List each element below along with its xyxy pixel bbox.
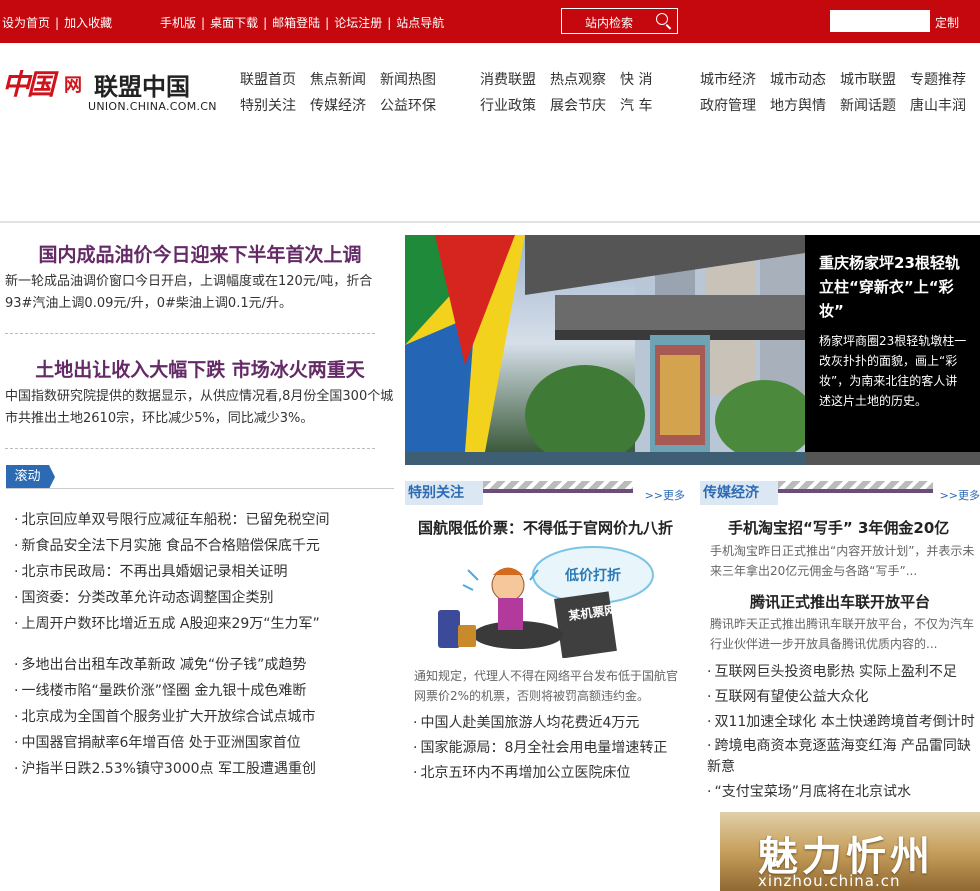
mobile-link[interactable]: 手机版 bbox=[160, 16, 196, 30]
nav-item[interactable]: 焦点新闻 bbox=[310, 69, 366, 89]
top-links-center: 手机版 | 桌面下载 | 邮箱登陆 | 论坛注册 | 站点导航 bbox=[160, 16, 445, 30]
list-item[interactable]: 跨境电商资本竞逐蓝海变红海 产品雷同缺新意 bbox=[707, 736, 977, 778]
site-search-label: 站内检索 bbox=[585, 16, 634, 30]
media-summary-2: 腾讯昨天正式推出腾讯车联开放平台，不仅为汽车行业伙伴进一步开放具备腾讯优质内容的… bbox=[710, 617, 975, 651]
nav-item[interactable]: 展会节庆 bbox=[550, 95, 606, 115]
nav-item[interactable]: 消费联盟 bbox=[480, 69, 536, 89]
header: 中国 网 联盟中国 UNION.CHINA.COM.CN 联盟首页 焦点新闻 新… bbox=[0, 43, 980, 223]
special-more-link[interactable]: >>更多 bbox=[645, 487, 685, 503]
section-stripe bbox=[778, 489, 933, 493]
section-stripe bbox=[778, 481, 933, 489]
roll-divider bbox=[6, 488, 394, 489]
search-icon bbox=[656, 13, 668, 25]
roll-tab[interactable]: 滚动 bbox=[6, 465, 55, 489]
banner-url: xinzhou.china.cn bbox=[758, 872, 901, 890]
list-item[interactable]: 北京市民政局：不再出具婚姻记录相关证明 bbox=[14, 561, 287, 581]
lead-headline-2[interactable]: 土地出让收入大幅下跌 市场冰火两重天 bbox=[0, 355, 400, 382]
lead-headline-1[interactable]: 国内成品油价今日迎来下半年首次上调 bbox=[0, 240, 400, 267]
media-section-title[interactable]: 传媒经济 bbox=[700, 481, 778, 505]
divider bbox=[5, 333, 375, 334]
nav-item[interactable]: 汽 车 bbox=[620, 95, 652, 115]
nav-item[interactable]: 特别关注 bbox=[240, 95, 296, 115]
list-item[interactable]: 互联网有望使公益大众化 bbox=[707, 686, 868, 706]
forum-register-link[interactable]: 论坛注册 bbox=[334, 16, 382, 30]
desktop-download-link[interactable]: 桌面下载 bbox=[210, 16, 258, 30]
mail-login-link[interactable]: 邮箱登陆 bbox=[272, 16, 320, 30]
cartoon-cloud-text: 低价打折 bbox=[564, 567, 621, 584]
special-section-title[interactable]: 特别关注 bbox=[405, 481, 483, 505]
add-favorite-link[interactable]: 加入收藏 bbox=[64, 16, 112, 30]
media-summary-1: 手机淘宝昨日正式推出“内容开放计划”，并表示未来三年拿出20亿元佣金与各路“写手… bbox=[710, 544, 975, 578]
nav-item[interactable]: 行业政策 bbox=[480, 95, 536, 115]
special-headline[interactable]: 国航限低价票：不得低于官网价九八折 bbox=[418, 517, 673, 538]
special-summary: 通知规定，代理人不得在网络平台发布低于国航官网票价2%的机票，否则将被罚高额违约… bbox=[414, 669, 679, 703]
custom-button[interactable]: 定制 bbox=[935, 14, 959, 31]
list-item[interactable]: 中国器官捐献率6年增百倍 处于亚洲国家首位 bbox=[14, 732, 300, 752]
site-nav-link[interactable]: 站点导航 bbox=[396, 16, 444, 30]
list-item[interactable]: 新食品安全法下月实施 食品不合格赔偿保底千元 bbox=[14, 535, 319, 555]
nav-item[interactable]: 地方舆情 bbox=[770, 95, 826, 115]
nav-item[interactable]: 传媒经济 bbox=[310, 95, 366, 115]
special-cartoon[interactable]: 低价打折 某机票网 bbox=[418, 540, 673, 659]
list-item[interactable]: 一线楼市陷“量跌价涨”怪圈 金九银十成色难断 bbox=[14, 680, 306, 700]
list-item[interactable]: 北京五环内不再增加公立医院床位 bbox=[413, 762, 630, 782]
set-home-link[interactable]: 设为首页 bbox=[2, 16, 50, 30]
nav-item[interactable]: 新闻话题 bbox=[840, 95, 896, 115]
logo-brand-suffix: 网 bbox=[64, 75, 82, 96]
media-headline-1[interactable]: 手机淘宝招“写手” 3年佣金20亿 bbox=[728, 517, 949, 538]
list-item[interactable]: 双11加速全球化 本土快递跨境首考倒计时 bbox=[707, 711, 974, 731]
media-headline-2[interactable]: 腾讯正式推出车联开放平台 bbox=[750, 591, 930, 612]
divider bbox=[5, 448, 375, 449]
media-more-link[interactable]: >>更多 bbox=[940, 487, 980, 503]
custom-input[interactable] bbox=[830, 10, 930, 32]
nav-item[interactable]: 热点观察 bbox=[550, 69, 606, 89]
list-item[interactable]: 多地出台出租车改革新政 减免“份子钱”成趋势 bbox=[14, 654, 306, 674]
photo-feature-title[interactable]: 重庆杨家坪23根轻轨立柱“穿新衣”上“彩妆” bbox=[819, 251, 969, 323]
lead-summary-2: 中国指数研究院提供的数据显示，从供应情况看,8月份全国300个城市共推出土地26… bbox=[5, 389, 394, 426]
logo-name: 联盟中国 bbox=[94, 73, 190, 101]
top-bar: 设为首页 | 加入收藏 手机版 | 桌面下载 | 邮箱登陆 | 论坛注册 | 站点导航 站内检索 定… bbox=[0, 0, 980, 43]
nav-item[interactable]: 快 消 bbox=[620, 69, 652, 89]
photo-feature-text: 杨家坪商圈23根轻轨墩柱一改灰扑扑的面貌，画上“彩妆”，为南来北往的客人讲述这片… bbox=[819, 334, 967, 408]
list-item[interactable]: “支付宝菜场”月底将在北京试水 bbox=[707, 781, 911, 801]
photo-feature-image[interactable] bbox=[405, 235, 805, 452]
lead-summary-1: 新一轮成品油调价窗口今日开启，上调幅度或在120元/吨，折合93#汽油上调0.0… bbox=[5, 274, 373, 311]
nav-item[interactable]: 联盟首页 bbox=[240, 69, 296, 89]
special-section-header: 特别关注 >>更多 bbox=[405, 481, 685, 505]
section-stripe bbox=[483, 489, 633, 493]
list-item[interactable]: 互联网巨头投资电影热 实际上盈利不足 bbox=[707, 661, 956, 681]
logo-url: UNION.CHINA.COM.CN bbox=[88, 100, 217, 113]
xinzhou-banner[interactable]: 魅力忻州 xinzhou.china.cn bbox=[720, 812, 980, 891]
photo-illustration bbox=[405, 235, 805, 452]
list-item[interactable]: 上周开户数环比增近五成 A股迎来29万“生力军” bbox=[14, 613, 319, 633]
list-item[interactable]: 中国人赴美国旅游人均花费近4万元 bbox=[413, 712, 639, 732]
nav-item[interactable]: 城市动态 bbox=[770, 69, 826, 89]
list-item[interactable]: 沪指半日跌2.53%镇守3000点 军工股遭遇重创 bbox=[14, 758, 316, 778]
top-links-left: 设为首页 | 加入收藏 bbox=[2, 16, 113, 30]
list-item[interactable]: 北京回应单双号限行应减征车船税：已留免税空间 bbox=[14, 509, 329, 529]
media-section-header: 传媒经济 >>更多 bbox=[700, 481, 980, 505]
cartoon-illustration: 低价打折 某机票网 bbox=[438, 546, 654, 659]
site-search-button[interactable]: 站内检索 bbox=[561, 8, 678, 34]
nav-item[interactable]: 政府管理 bbox=[700, 95, 756, 115]
section-stripe bbox=[483, 481, 633, 489]
list-item[interactable]: 国家能源局：8月全社会用电量增速转正 bbox=[413, 737, 667, 757]
nav-item[interactable]: 城市经济 bbox=[700, 69, 756, 89]
list-item[interactable]: 国资委：分类改革允许动态调整国企类别 bbox=[14, 587, 273, 607]
list-item[interactable]: 北京成为全国首个服务业扩大开放综合试点城市 bbox=[14, 706, 315, 726]
nav-item[interactable]: 公益环保 bbox=[380, 95, 436, 115]
logo-brand: 中国 bbox=[2, 68, 55, 101]
logo[interactable]: 中国 网 联盟中国 UNION.CHINA.COM.CN bbox=[2, 57, 222, 117]
nav-item[interactable]: 专题推荐 bbox=[910, 69, 966, 89]
nav-item[interactable]: 城市联盟 bbox=[840, 69, 896, 89]
photo-feature[interactable]: 重庆杨家坪23根轻轨立柱“穿新衣”上“彩妆” 杨家坪商圈23根轻轨墩柱一改灰扑扑… bbox=[405, 235, 980, 465]
nav-item[interactable]: 唐山丰润 bbox=[910, 95, 966, 115]
photo-feature-band bbox=[405, 452, 980, 465]
nav-item[interactable]: 新闻热图 bbox=[380, 69, 436, 89]
